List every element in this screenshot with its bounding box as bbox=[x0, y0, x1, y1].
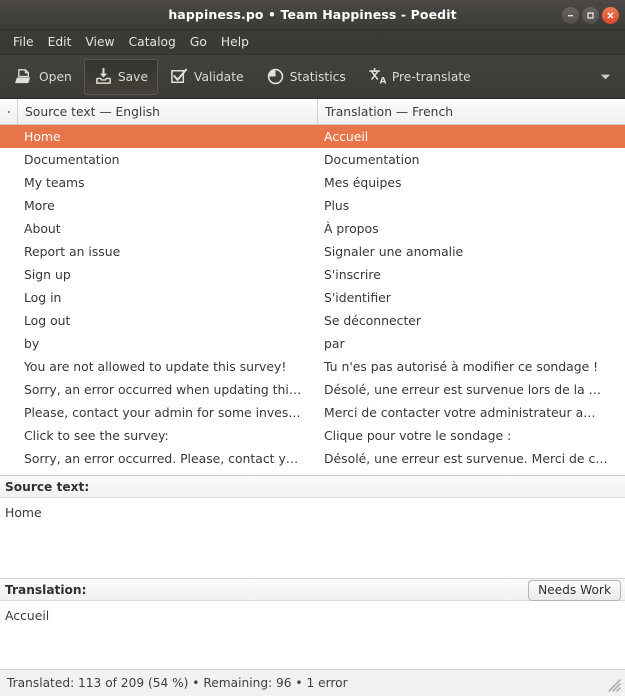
row-source-text: Documentation bbox=[24, 152, 120, 167]
row-source-text: Please, contact your admin for some inve… bbox=[24, 405, 301, 420]
row-translation-text: Documentation bbox=[324, 152, 420, 167]
pre-translate-button[interactable]: A Pre-translate bbox=[358, 59, 481, 95]
svg-text:A: A bbox=[379, 77, 386, 86]
translation-list[interactable]: Home Accueil Documentation Documentation My … bbox=[0, 125, 625, 476]
statistics-button-label: Statistics bbox=[289, 69, 346, 84]
resize-grip-icon[interactable] bbox=[606, 677, 622, 693]
minimize-button[interactable] bbox=[562, 6, 579, 24]
marker-dot-icon bbox=[7, 110, 10, 113]
row-source-text: Click to see the survey: bbox=[24, 428, 169, 443]
minimize-icon bbox=[568, 14, 573, 16]
column-header-source[interactable]: Source text — English bbox=[18, 99, 318, 124]
column-header-translation[interactable]: Translation — French bbox=[318, 99, 625, 124]
row-translation-text: Désolé, une erreur est survenue. Merci d… bbox=[324, 451, 608, 466]
statistics-button[interactable]: Statistics bbox=[256, 59, 356, 95]
menu-item-view[interactable]: View bbox=[78, 32, 121, 52]
row-source-text: Report an issue bbox=[24, 244, 121, 259]
table-row[interactable]: Sorry, an error occurred. Please, contac… bbox=[0, 447, 625, 470]
table-row[interactable]: Report an issue Signaler une anomalie bbox=[0, 240, 625, 263]
table-row[interactable]: Home Accueil bbox=[0, 125, 625, 148]
save-icon bbox=[95, 67, 111, 84]
translation-text-value: Accueil bbox=[5, 608, 50, 623]
table-row[interactable]: by par bbox=[0, 332, 625, 355]
menu-item-file[interactable]: File bbox=[6, 32, 41, 52]
source-pane-label: Source text: bbox=[5, 479, 90, 494]
open-folder-icon bbox=[15, 69, 31, 84]
table-row[interactable]: Please, contact your admin for some inve… bbox=[0, 401, 625, 424]
row-source-text: You are not allowed to update this surve… bbox=[24, 359, 287, 374]
table-row[interactable]: My teams Mes équipes bbox=[0, 171, 625, 194]
row-source-text: About bbox=[24, 221, 61, 236]
row-translation-text: Mes équipes bbox=[324, 175, 402, 190]
menu-item-catalog[interactable]: Catalog bbox=[122, 32, 183, 52]
maximize-button[interactable] bbox=[582, 6, 599, 24]
chevron-down-icon bbox=[600, 74, 611, 80]
row-source-text: Home bbox=[24, 129, 61, 144]
table-row[interactable]: You are not allowed to update this surve… bbox=[0, 355, 625, 378]
table-row[interactable]: Sign up S'inscrire bbox=[0, 263, 625, 286]
pre-translate-button-label: Pre-translate bbox=[391, 69, 471, 84]
row-translation-text: Désolé, une erreur est survenue lors de … bbox=[324, 382, 602, 397]
menu-item-go[interactable]: Go bbox=[183, 32, 214, 52]
row-source-text: My teams bbox=[24, 175, 85, 190]
row-translation-text: S'inscrire bbox=[324, 267, 381, 282]
toolbar-overflow-button[interactable] bbox=[594, 55, 617, 99]
window-controls bbox=[562, 0, 619, 30]
window-title: happiness.po • Team Happiness - Poedit bbox=[168, 7, 457, 22]
row-translation-text: Signaler une anomalie bbox=[324, 244, 464, 259]
row-source-text: Log in bbox=[24, 290, 62, 305]
maximize-icon bbox=[587, 11, 594, 19]
save-button-label: Save bbox=[117, 69, 149, 84]
row-translation-text: Plus bbox=[324, 198, 350, 213]
pre-translate-icon: A bbox=[369, 67, 386, 86]
statistics-pie-icon bbox=[267, 68, 283, 85]
source-text-area[interactable]: Home bbox=[0, 498, 625, 578]
status-bar: Translated: 113 of 209 (54 %) • Remainin… bbox=[0, 669, 625, 696]
table-row[interactable]: Sorry, an error occurred when updating t… bbox=[0, 378, 625, 401]
open-button-label: Open bbox=[39, 69, 72, 84]
table-row[interactable]: About À propos bbox=[0, 217, 625, 240]
validate-check-icon bbox=[171, 68, 188, 83]
row-translation-text: S'identifier bbox=[324, 290, 391, 305]
table-row[interactable]: Documentation Documentation bbox=[0, 148, 625, 171]
menu-item-edit[interactable]: Edit bbox=[41, 32, 79, 52]
table-row[interactable]: Log in S'identifier bbox=[0, 286, 625, 309]
needs-work-button[interactable]: Needs Work bbox=[528, 580, 621, 602]
row-translation-text: Clique pour votre le sondage : bbox=[324, 428, 512, 443]
save-button[interactable]: Save bbox=[83, 58, 159, 95]
validate-button[interactable]: Validate bbox=[160, 59, 254, 95]
row-source-text: Sorry, an error occurred when updating t… bbox=[24, 382, 302, 397]
validate-button-label: Validate bbox=[194, 69, 244, 84]
source-text-value: Home bbox=[5, 505, 42, 520]
translation-pane-label: Translation: bbox=[5, 582, 87, 597]
table-row[interactable]: Log out Se déconnecter bbox=[0, 309, 625, 332]
close-button[interactable] bbox=[602, 6, 619, 24]
row-translation-text: Se déconnecter bbox=[324, 313, 422, 328]
column-header-marker[interactable] bbox=[0, 99, 18, 124]
translation-pane-header: Translation: Needs Work bbox=[0, 579, 625, 602]
row-translation-text: par bbox=[324, 336, 345, 351]
menu-item-help[interactable]: Help bbox=[214, 32, 256, 52]
source-pane-header: Source text: bbox=[0, 476, 625, 498]
table-row[interactable]: More Plus bbox=[0, 194, 625, 217]
table-row[interactable]: Click to see the survey: Clique pour votr… bbox=[0, 424, 625, 447]
row-source-text: Log out bbox=[24, 313, 71, 328]
list-header: Source text — English Translation — Fren… bbox=[0, 99, 625, 125]
open-button[interactable]: Open bbox=[5, 59, 82, 95]
row-source-text: by bbox=[24, 336, 40, 351]
row-source-text: More bbox=[24, 198, 55, 213]
translation-text-area[interactable]: Accueil bbox=[0, 601, 625, 669]
toolbar: Open Save Validate Statistics A Pre-tran… bbox=[0, 55, 625, 99]
row-translation-text: À propos bbox=[324, 221, 379, 236]
row-source-text: Sorry, an error occurred. Please, contac… bbox=[24, 451, 299, 466]
close-icon bbox=[607, 12, 614, 18]
poedit-window: happiness.po • Team Happiness - Poedit F… bbox=[0, 0, 625, 696]
row-source-text: Sign up bbox=[24, 267, 71, 282]
menu-bar: File Edit View Catalog Go Help bbox=[0, 30, 625, 55]
title-bar[interactable]: happiness.po • Team Happiness - Poedit bbox=[0, 0, 625, 30]
row-translation-text: Accueil bbox=[324, 129, 369, 144]
status-text: Translated: 113 of 209 (54 %) • Remainin… bbox=[7, 676, 348, 690]
row-translation-text: Merci de contacter votre administrateur … bbox=[324, 405, 596, 420]
row-translation-text: Tu n'es pas autorisé à modifier ce sonda… bbox=[324, 359, 599, 374]
